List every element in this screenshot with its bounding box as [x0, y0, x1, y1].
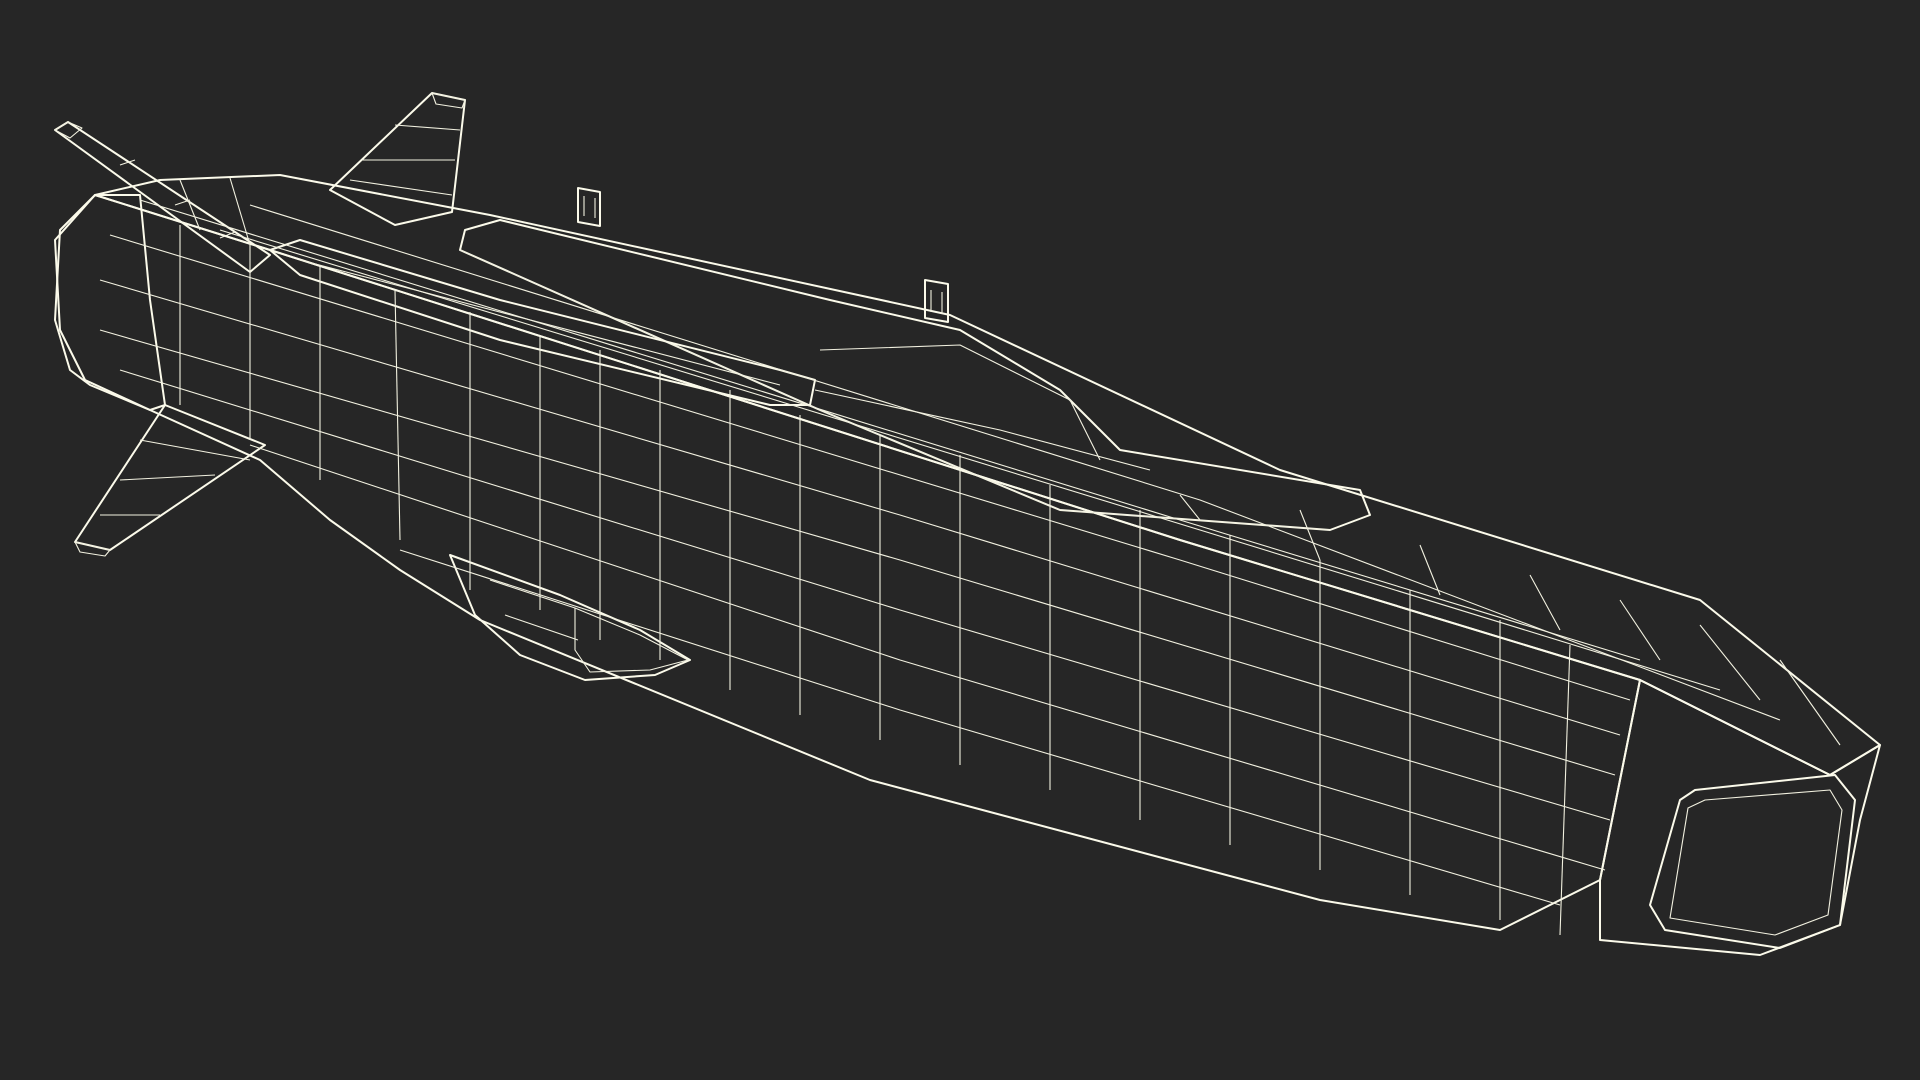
- air-intake: [449, 554, 691, 681]
- top-wireframe-sections: [179, 177, 1841, 746]
- tail-fin-upper-right: [329, 92, 466, 226]
- tail-fin-lower-left: [74, 404, 266, 557]
- wireframe-render: [54, 92, 1881, 956]
- dorsal-fairing: [459, 219, 1371, 531]
- missile-body: [54, 174, 1881, 956]
- lifting-lug-front: [924, 279, 949, 323]
- lifting-lug-rear: [577, 187, 601, 227]
- render-viewport[interactable]: [0, 0, 1920, 1080]
- tail-fin-upper-left: [54, 121, 271, 273]
